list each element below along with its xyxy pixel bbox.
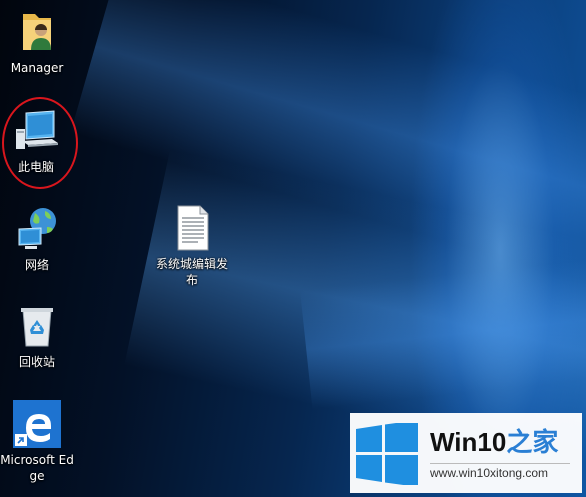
text-file-icon <box>177 205 209 251</box>
desktop-icon-label: Manager <box>10 61 64 75</box>
desktop-icon-recycle-bin[interactable]: 回收站 <box>0 302 77 370</box>
desktop-icon-label: 回收站 <box>18 355 55 369</box>
edge-icon <box>13 400 61 448</box>
watermark-title-sub: 之家 <box>506 427 559 457</box>
wallpaper-light-beam <box>70 0 586 326</box>
desktop-icon-edge[interactable]: Microsoft Edge <box>0 400 77 484</box>
watermark-title-main: Win10 <box>430 427 507 457</box>
site-watermark: Win10之家 www.win10xitong.com <box>350 413 582 493</box>
windows-logo-icon <box>356 423 418 485</box>
desktop-icon-label: 网络 <box>24 258 49 272</box>
recycle-bin-icon <box>21 308 53 347</box>
user-folder-icon <box>23 14 51 50</box>
desktop-icon-network[interactable]: 网络 <box>0 205 77 273</box>
desktop-icon-label: Microsoft Edge <box>0 453 74 483</box>
desktop-icon-manager[interactable]: Manager <box>0 8 77 76</box>
desktop-icon-text-file[interactable]: 系统城编辑发布 <box>152 204 232 288</box>
watermark-title: Win10之家 <box>430 422 558 459</box>
wallpaper-light-beam <box>300 246 586 410</box>
network-icon <box>18 208 56 249</box>
highlight-circle <box>2 97 78 189</box>
watermark-url: www.win10xitong.com <box>430 463 570 480</box>
desktop-icon-label: 系统城编辑发布 <box>155 257 228 287</box>
